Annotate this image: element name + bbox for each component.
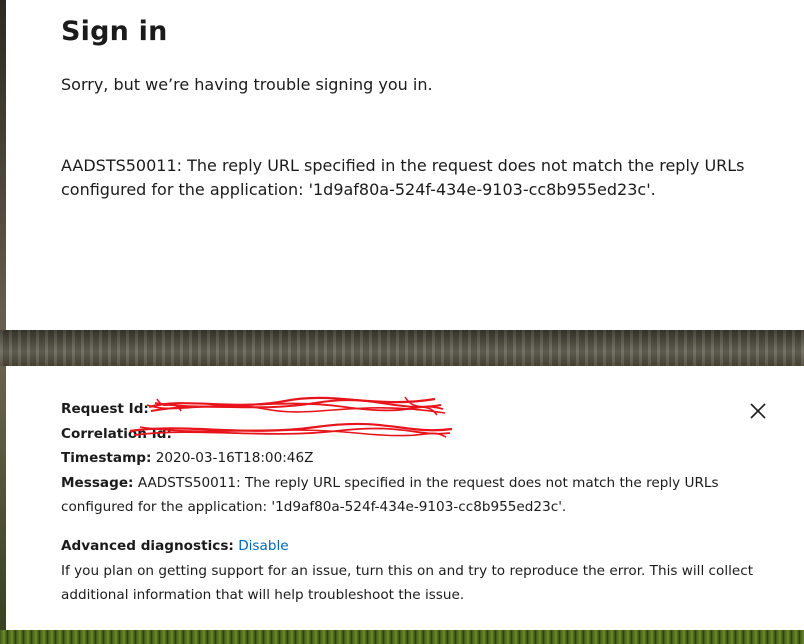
message-row: Message: AADSTS50011: The reply URL spec… xyxy=(61,471,761,520)
error-subtitle: Sorry, but we’re having trouble signing … xyxy=(61,75,433,94)
request-id-label: Request Id: xyxy=(61,401,149,417)
message-label: Message: xyxy=(61,474,134,491)
advanced-diagnostics-row: Advanced diagnostics: Disable xyxy=(61,534,761,559)
message-value: AADSTS50011: The reply URL specified in … xyxy=(61,474,719,516)
redaction-scribble xyxy=(130,422,453,438)
advanced-diagnostics: Advanced diagnostics: Disable If you pla… xyxy=(61,534,761,608)
signin-card: Sign in Sorry, but we’re having trouble … xyxy=(6,0,804,330)
page-title: Sign in xyxy=(61,16,168,47)
background-city-band xyxy=(0,330,804,366)
request-id-row: Request Id: xyxy=(61,396,761,422)
correlation-id-row: Correlation Id: xyxy=(61,422,761,447)
diagnostics-panel: Request Id: Correlation Id: Timestamp: 2… xyxy=(6,366,804,630)
timestamp-value: 2020-03-16T18:00:46Z xyxy=(155,450,314,466)
redaction-scribble xyxy=(146,396,446,416)
advanced-diagnostics-label: Advanced diagnostics: xyxy=(61,538,234,554)
error-message: AADSTS50011: The reply URL specified in … xyxy=(61,156,745,199)
timestamp-row: Timestamp: 2020-03-16T18:00:46Z xyxy=(61,446,761,471)
correlation-id-label: Correlation Id: xyxy=(61,425,172,442)
request-id-redaction xyxy=(146,396,453,419)
advanced-diagnostics-help: If you plan on getting support for an is… xyxy=(61,562,754,604)
diagnostics-details: Request Id: Correlation Id: Timestamp: 2… xyxy=(61,396,761,520)
timestamp-label: Timestamp: xyxy=(61,450,152,466)
correlation-id-redaction xyxy=(130,422,476,444)
disable-link[interactable]: Disable xyxy=(238,538,288,554)
background-foliage xyxy=(0,630,804,644)
